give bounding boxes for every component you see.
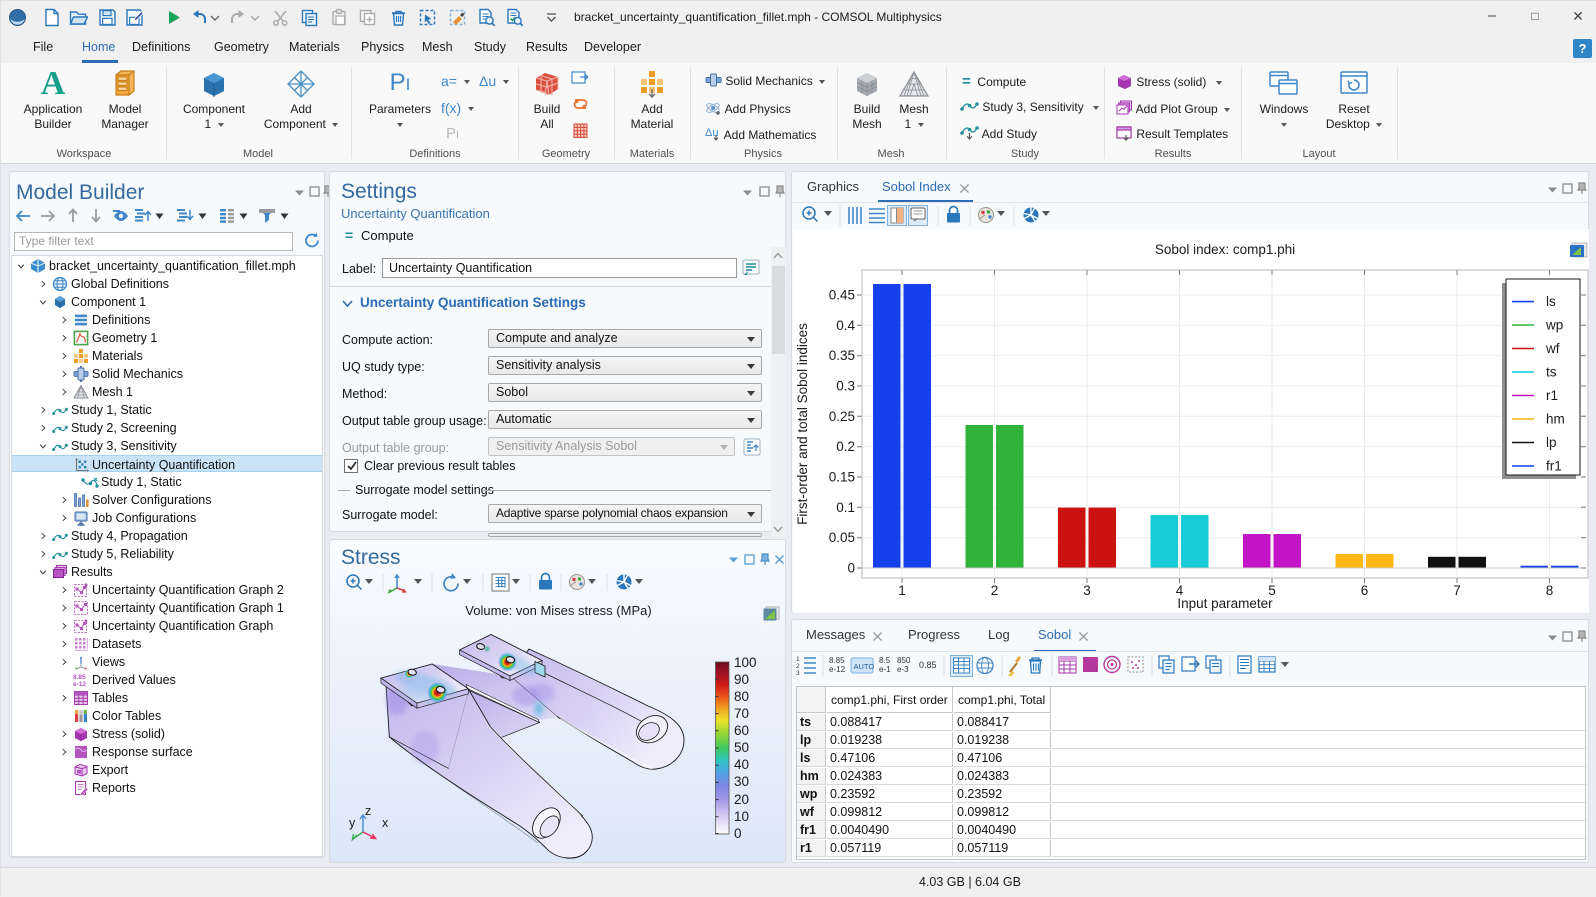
- svg-text:30: 30: [734, 774, 749, 789]
- svg-text:0.4: 0.4: [836, 318, 855, 333]
- svg-text:e-1: e-1: [879, 665, 891, 674]
- svg-text:fr1: fr1: [1546, 459, 1562, 474]
- svg-text:8.85: 8.85: [829, 656, 845, 665]
- svg-text:2: 2: [991, 583, 999, 598]
- svg-text:6: 6: [1361, 583, 1369, 598]
- svg-text:wf: wf: [1545, 341, 1560, 356]
- svg-text:1: 1: [898, 583, 906, 598]
- svg-text:x: x: [382, 816, 389, 830]
- svg-text:Input parameter: Input parameter: [1177, 596, 1273, 611]
- svg-text:0.85: 0.85: [919, 660, 937, 670]
- svg-text:y: y: [349, 816, 356, 830]
- svg-text:lp: lp: [1546, 435, 1557, 450]
- svg-text:0: 0: [734, 826, 742, 841]
- svg-text:r1: r1: [1546, 388, 1558, 403]
- svg-text:0.1: 0.1: [836, 500, 855, 515]
- svg-text:20: 20: [734, 792, 749, 807]
- svg-text:0.05: 0.05: [829, 530, 855, 545]
- svg-text:100: 100: [734, 655, 757, 670]
- svg-text:80: 80: [734, 689, 749, 704]
- svg-text:Sobol index: comp1.phi: Sobol index: comp1.phi: [1155, 242, 1295, 257]
- svg-text:First-order and total Sobol in: First-order and total Sobol indices: [795, 323, 810, 525]
- svg-text:ls: ls: [1546, 294, 1556, 309]
- svg-text:40: 40: [734, 757, 749, 772]
- svg-text:0.25: 0.25: [829, 409, 855, 424]
- svg-text:7: 7: [1453, 583, 1461, 598]
- svg-text:70: 70: [734, 706, 749, 721]
- svg-text:3: 3: [1083, 583, 1091, 598]
- svg-text:3: 3: [796, 670, 800, 677]
- svg-text:0.2: 0.2: [836, 439, 855, 454]
- svg-text:60: 60: [734, 723, 749, 738]
- svg-text:50: 50: [734, 740, 749, 755]
- svg-text:0.15: 0.15: [829, 470, 855, 485]
- svg-text:8.5: 8.5: [879, 656, 891, 665]
- svg-text:e-3: e-3: [897, 665, 909, 674]
- svg-text:1: 1: [796, 656, 800, 663]
- svg-text:z: z: [365, 804, 371, 818]
- svg-text:0.3: 0.3: [836, 379, 855, 394]
- svg-text:2: 2: [796, 663, 800, 670]
- svg-text:ts: ts: [1546, 365, 1557, 380]
- svg-text:90: 90: [734, 672, 749, 687]
- svg-text:0: 0: [847, 561, 855, 576]
- svg-text:10: 10: [734, 809, 749, 824]
- svg-text:850: 850: [897, 656, 911, 665]
- svg-text:wp: wp: [1545, 318, 1563, 333]
- svg-text:AUTO: AUTO: [854, 662, 875, 671]
- svg-text:0.35: 0.35: [829, 348, 855, 363]
- svg-text:e-12: e-12: [829, 665, 846, 674]
- svg-text:0.45: 0.45: [829, 288, 855, 303]
- svg-text:8: 8: [1546, 583, 1554, 598]
- svg-text:hm: hm: [1546, 412, 1565, 427]
